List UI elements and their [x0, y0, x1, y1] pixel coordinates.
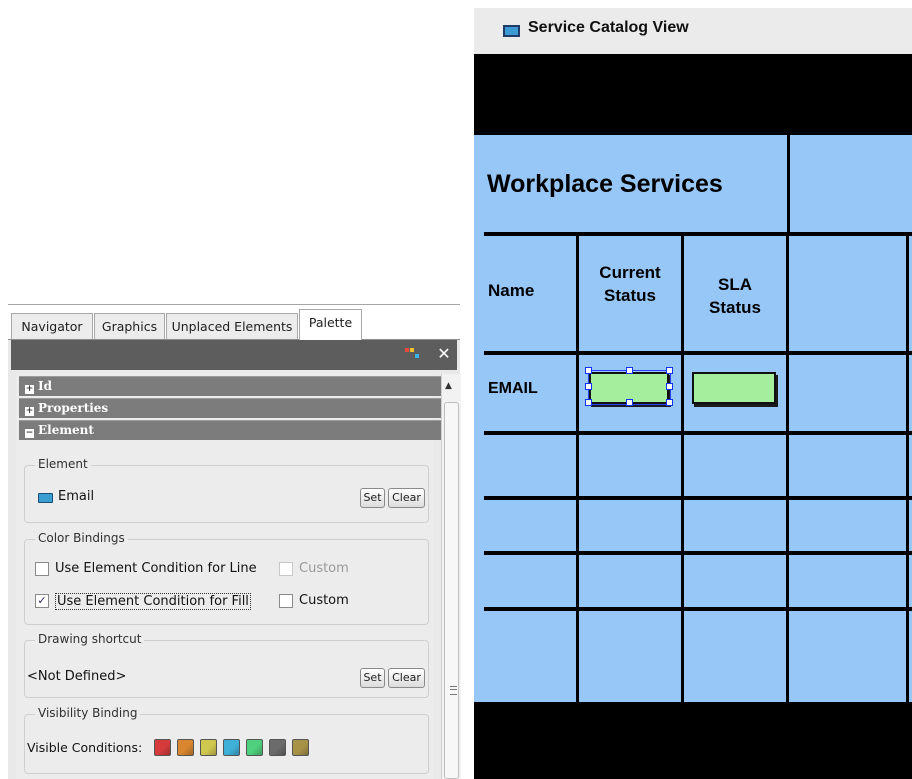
bottom-black-bar	[474, 702, 912, 779]
line-custom-checkbox[interactable]	[279, 562, 293, 576]
fill-custom-label: Custom	[299, 593, 349, 608]
visible-conditions-label: Visible Conditions:	[27, 740, 143, 755]
condition-swatch[interactable]	[246, 739, 263, 756]
color-bindings-title: Color Bindings	[35, 531, 128, 545]
service-catalog-canvas: Service Catalog View Workplace Services …	[474, 8, 912, 779]
close-icon[interactable]: ✕	[435, 344, 453, 364]
line-condition-label: Use Element Condition for Line	[55, 561, 257, 576]
element-group: Element Email Set Clear	[24, 457, 429, 523]
row-name-email: EMAIL	[488, 380, 538, 397]
section-properties[interactable]: + Properties	[19, 398, 441, 418]
column-divider	[906, 234, 909, 702]
resize-handle[interactable]	[626, 367, 633, 374]
line-condition-checkbox[interactable]	[35, 562, 49, 576]
grid-line	[484, 431, 912, 435]
fill-condition-checkbox[interactable]: ✓	[35, 594, 49, 608]
resize-handle[interactable]	[666, 383, 673, 390]
resize-handle[interactable]	[585, 383, 592, 390]
fill-condition-label: Use Element Condition for Fill	[55, 593, 251, 610]
column-header-current-status: Current Status	[599, 263, 661, 305]
condition-swatch[interactable]	[200, 739, 217, 756]
services-table	[474, 135, 912, 702]
palette-panel: Navigator Graphics Unplaced Elements Pal…	[8, 304, 461, 779]
grid-line	[484, 551, 912, 555]
grid-line	[484, 232, 912, 236]
element-group-title: Element	[35, 457, 91, 471]
sla-status-indicator[interactable]	[692, 372, 776, 404]
fill-custom-checkbox[interactable]	[279, 594, 293, 608]
expand-icon: +	[25, 406, 34, 416]
shortcut-clear-button[interactable]: Clear	[388, 668, 425, 688]
condition-swatch[interactable]	[223, 739, 240, 756]
tab-palette[interactable]: Palette	[299, 309, 362, 340]
resize-handle[interactable]	[666, 399, 673, 406]
grid-line	[484, 351, 912, 355]
element-name: Email	[58, 489, 95, 504]
grid-line	[484, 496, 912, 500]
drawing-shortcut-group: Drawing shortcut <Not Defined> Set Clear	[24, 632, 429, 698]
grip-icon	[450, 686, 457, 695]
visibility-binding-group: Visibility Binding Visible Conditions:	[24, 706, 429, 774]
line-custom-label: Custom	[299, 561, 349, 576]
drawing-shortcut-value: <Not Defined>	[27, 669, 127, 684]
column-header-name: Name	[488, 281, 535, 300]
element-set-button[interactable]: Set	[360, 488, 385, 508]
condition-swatch[interactable]	[154, 739, 171, 756]
top-black-bar	[474, 54, 912, 135]
tab-navigator[interactable]: Navigator	[11, 313, 93, 339]
palette-scrollbar[interactable]: ▲	[441, 374, 461, 779]
tab-graphics[interactable]: Graphics	[94, 313, 165, 339]
drawing-shortcut-title: Drawing shortcut	[35, 632, 145, 646]
element-clear-button[interactable]: Clear	[388, 488, 425, 508]
condition-swatch[interactable]	[292, 739, 309, 756]
condition-swatches	[154, 739, 334, 757]
element-type-icon	[38, 493, 53, 503]
section-label: Element	[38, 423, 94, 437]
palette-content: + Id + Properties − Element Element Email S…	[16, 374, 441, 779]
scrollbar-thumb[interactable]	[444, 402, 459, 779]
grid-line	[484, 607, 912, 611]
color-bindings-group: Color Bindings Use Element Condition for…	[24, 531, 429, 625]
section-id[interactable]: + Id	[19, 376, 441, 396]
table-header-title: Workplace Services	[487, 170, 723, 198]
panel-toolbar: ✕	[11, 340, 457, 370]
resize-handle[interactable]	[585, 367, 592, 374]
resize-handle[interactable]	[666, 367, 673, 374]
header-divider	[787, 135, 790, 233]
shortcut-set-button[interactable]: Set	[360, 668, 385, 688]
panel-tab-bar: Navigator Graphics Unplaced Elements Pal…	[8, 304, 460, 340]
scroll-up-arrow-icon[interactable]: ▲	[445, 381, 452, 391]
resize-handle[interactable]	[585, 399, 592, 406]
expand-icon: +	[25, 384, 34, 394]
section-label: Id	[38, 379, 53, 393]
collapse-icon: −	[25, 428, 34, 438]
condition-swatch[interactable]	[269, 739, 286, 756]
resize-handle[interactable]	[626, 399, 633, 406]
view-title-bar: Service Catalog View	[474, 8, 912, 54]
section-element[interactable]: − Element	[19, 420, 441, 440]
visibility-binding-title: Visibility Binding	[35, 706, 141, 720]
column-header-sla-status: SLA Status	[709, 275, 761, 317]
tab-unplaced-elements[interactable]: Unplaced Elements	[166, 313, 298, 339]
view-title: Service Catalog View	[528, 19, 689, 36]
monitor-icon	[503, 25, 520, 37]
section-label: Properties	[38, 401, 109, 415]
palette-options-icon[interactable]	[405, 348, 419, 360]
condition-swatch[interactable]	[177, 739, 194, 756]
